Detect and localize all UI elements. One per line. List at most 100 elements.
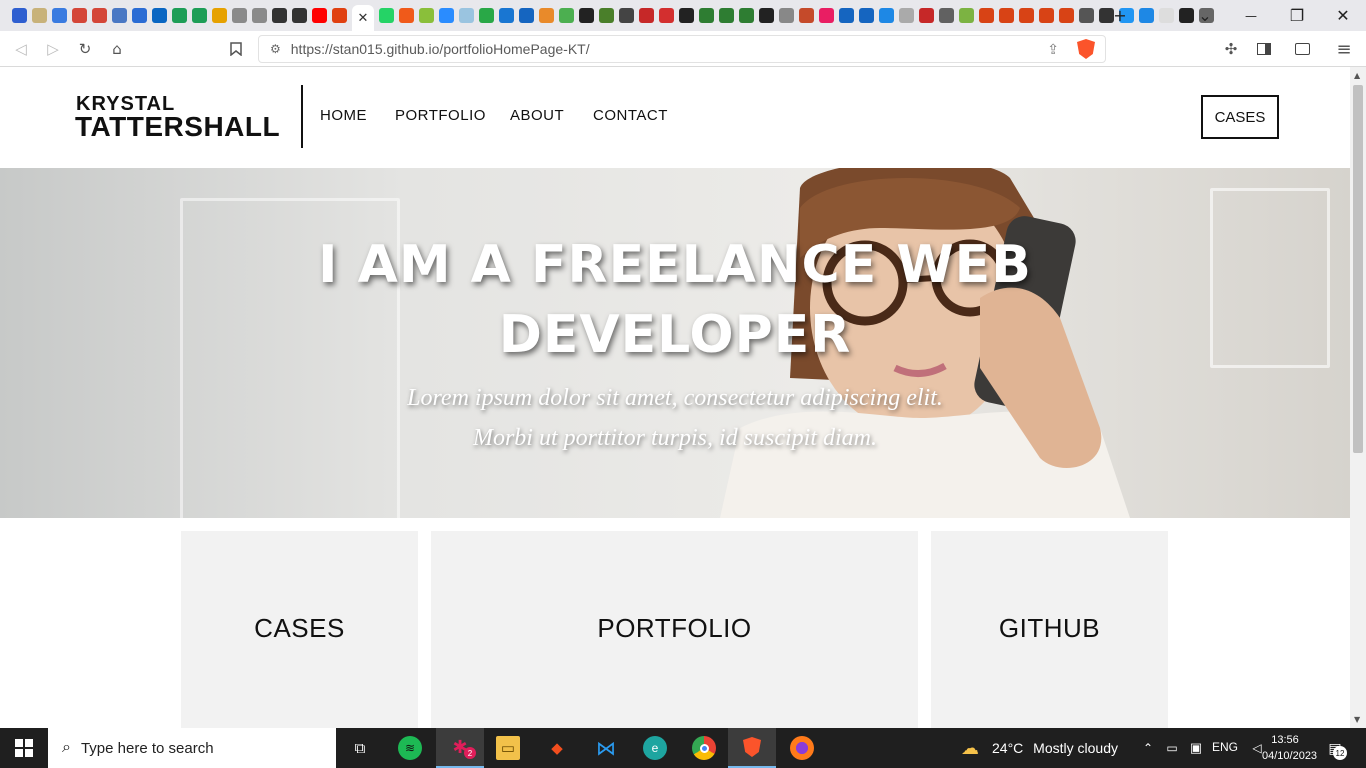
slack-app[interactable]: ✱ 2 bbox=[436, 728, 484, 768]
file-explorer-app[interactable]: ▭ bbox=[496, 736, 520, 760]
tab-favicon[interactable] bbox=[72, 8, 87, 23]
tab-favicon[interactable] bbox=[759, 8, 774, 23]
brave-app[interactable] bbox=[728, 728, 776, 768]
chrome-app[interactable] bbox=[692, 736, 716, 760]
tab-favicon[interactable] bbox=[639, 8, 654, 23]
tab-favicon[interactable] bbox=[719, 8, 734, 23]
battery-icon[interactable]: ▭ bbox=[1160, 736, 1184, 760]
scroll-down-icon[interactable]: ▼ bbox=[1354, 715, 1360, 724]
tab-favicon[interactable] bbox=[32, 8, 47, 23]
url-bar[interactable]: ⚙ https://stan015.github.io/portfolioHom… bbox=[258, 35, 1106, 63]
nav-about[interactable]: ABOUT bbox=[510, 107, 564, 124]
forward-button[interactable]: ▷ bbox=[41, 37, 65, 61]
firefox-app[interactable] bbox=[790, 736, 814, 760]
tab-favicon[interactable] bbox=[439, 8, 454, 23]
tab-favicon[interactable] bbox=[1019, 8, 1034, 23]
card-github[interactable]: GITHUB bbox=[931, 531, 1168, 728]
tab-search-button[interactable]: ⌄ bbox=[1182, 0, 1228, 31]
tab-favicon[interactable] bbox=[919, 8, 934, 23]
cases-button[interactable]: CASES bbox=[1201, 95, 1279, 139]
site-info-icon[interactable]: ⚙ bbox=[270, 42, 281, 56]
vscode-app[interactable]: ⋈ bbox=[594, 736, 618, 760]
tab-favicon[interactable] bbox=[172, 8, 187, 23]
notification-button[interactable]: ▤ 12 bbox=[1323, 736, 1347, 760]
tab-favicon[interactable] bbox=[232, 8, 247, 23]
tab-favicon[interactable] bbox=[272, 8, 287, 23]
tab-favicon[interactable] bbox=[132, 8, 147, 23]
tab-favicon[interactable] bbox=[819, 8, 834, 23]
figma-app[interactable]: ◆ bbox=[545, 736, 569, 760]
close-window-button[interactable]: ✕ bbox=[1320, 0, 1366, 31]
scrollbar-thumb[interactable] bbox=[1353, 85, 1363, 453]
new-tab-button[interactable]: + bbox=[1097, 0, 1143, 31]
tab-favicon[interactable] bbox=[379, 8, 394, 23]
tab-favicon[interactable] bbox=[1079, 8, 1094, 23]
tab-favicon[interactable] bbox=[399, 8, 414, 23]
tab-favicon[interactable] bbox=[212, 8, 227, 23]
task-view-button[interactable]: ⧉ bbox=[348, 736, 372, 760]
tab-favicon[interactable] bbox=[479, 8, 494, 23]
tab-favicon[interactable] bbox=[979, 8, 994, 23]
show-hidden-icons-button[interactable]: ⌃ bbox=[1136, 736, 1160, 760]
tab-favicon[interactable] bbox=[499, 8, 514, 23]
tab-favicon[interactable] bbox=[1039, 8, 1054, 23]
clock[interactable]: 13:56 04/10/2023 bbox=[1262, 732, 1317, 764]
tab-favicon[interactable] bbox=[192, 8, 207, 23]
tab-favicon[interactable] bbox=[332, 8, 347, 23]
tab-favicon[interactable] bbox=[599, 8, 614, 23]
tab-favicon[interactable] bbox=[1059, 8, 1074, 23]
weather-widget[interactable]: 24°C Mostly cloudy bbox=[992, 740, 1118, 756]
tab-favicon[interactable] bbox=[419, 8, 434, 23]
tab-favicon[interactable] bbox=[252, 8, 267, 23]
scroll-up-icon[interactable]: ▲ bbox=[1354, 71, 1360, 80]
brave-shield-icon[interactable] bbox=[1077, 39, 1095, 59]
tab-favicon[interactable] bbox=[539, 8, 554, 23]
weather-icon[interactable]: ☁ bbox=[958, 736, 982, 760]
tab-favicon[interactable] bbox=[739, 8, 754, 23]
tab-favicon[interactable] bbox=[659, 8, 674, 23]
edge-app[interactable]: e bbox=[643, 736, 667, 760]
page-scrollbar[interactable]: ▲ ▼ bbox=[1350, 67, 1366, 728]
tab-favicon[interactable] bbox=[559, 8, 574, 23]
reload-button[interactable]: ↻ bbox=[73, 37, 97, 61]
language-indicator[interactable]: ENG bbox=[1212, 740, 1238, 754]
share-icon[interactable]: ⇪ bbox=[1047, 41, 1059, 58]
nav-portfolio[interactable]: PORTFOLIO bbox=[395, 107, 486, 124]
spotify-app[interactable]: ≋ bbox=[398, 736, 422, 760]
home-button[interactable]: ⌂ bbox=[105, 37, 129, 61]
tab-favicon[interactable] bbox=[859, 8, 874, 23]
tab-favicon[interactable] bbox=[112, 8, 127, 23]
start-button[interactable] bbox=[12, 736, 36, 760]
tab-favicon[interactable] bbox=[519, 8, 534, 23]
back-button[interactable]: ◁ bbox=[9, 37, 33, 61]
tab-favicon[interactable] bbox=[999, 8, 1014, 23]
tab-favicon[interactable] bbox=[52, 8, 67, 23]
tab-favicon[interactable] bbox=[152, 8, 167, 23]
brand-last-name[interactable]: TATTERSHALL bbox=[75, 111, 280, 143]
tab-favicon[interactable] bbox=[899, 8, 914, 23]
tab-favicon[interactable] bbox=[699, 8, 714, 23]
tab-favicon[interactable] bbox=[12, 8, 27, 23]
tab-favicon[interactable] bbox=[619, 8, 634, 23]
tab-favicon[interactable] bbox=[779, 8, 794, 23]
maximize-button[interactable]: ❐ bbox=[1274, 0, 1320, 31]
nav-home[interactable]: HOME bbox=[320, 107, 367, 124]
tab-favicon[interactable] bbox=[579, 8, 594, 23]
tab-favicon[interactable] bbox=[1159, 8, 1174, 23]
tab-favicon[interactable] bbox=[459, 8, 474, 23]
tab-favicon[interactable] bbox=[879, 8, 894, 23]
tab-favicon[interactable] bbox=[799, 8, 814, 23]
card-cases[interactable]: CASES bbox=[181, 531, 418, 728]
sidebar-button[interactable] bbox=[1252, 37, 1276, 61]
tab-favicon[interactable] bbox=[839, 8, 854, 23]
tab-favicon[interactable] bbox=[939, 8, 954, 23]
tab-favicon[interactable] bbox=[292, 8, 307, 23]
tab-favicon[interactable] bbox=[679, 8, 694, 23]
menu-button[interactable]: ≡ bbox=[1332, 37, 1356, 61]
minimize-button[interactable]: — bbox=[1228, 0, 1274, 31]
card-portfolio[interactable]: PORTFOLIO bbox=[431, 531, 918, 728]
tab-favicon[interactable] bbox=[92, 8, 107, 23]
extensions-button[interactable]: ✣ bbox=[1219, 37, 1243, 61]
tab-favicon[interactable] bbox=[959, 8, 974, 23]
network-icon[interactable]: ▣ bbox=[1184, 736, 1208, 760]
